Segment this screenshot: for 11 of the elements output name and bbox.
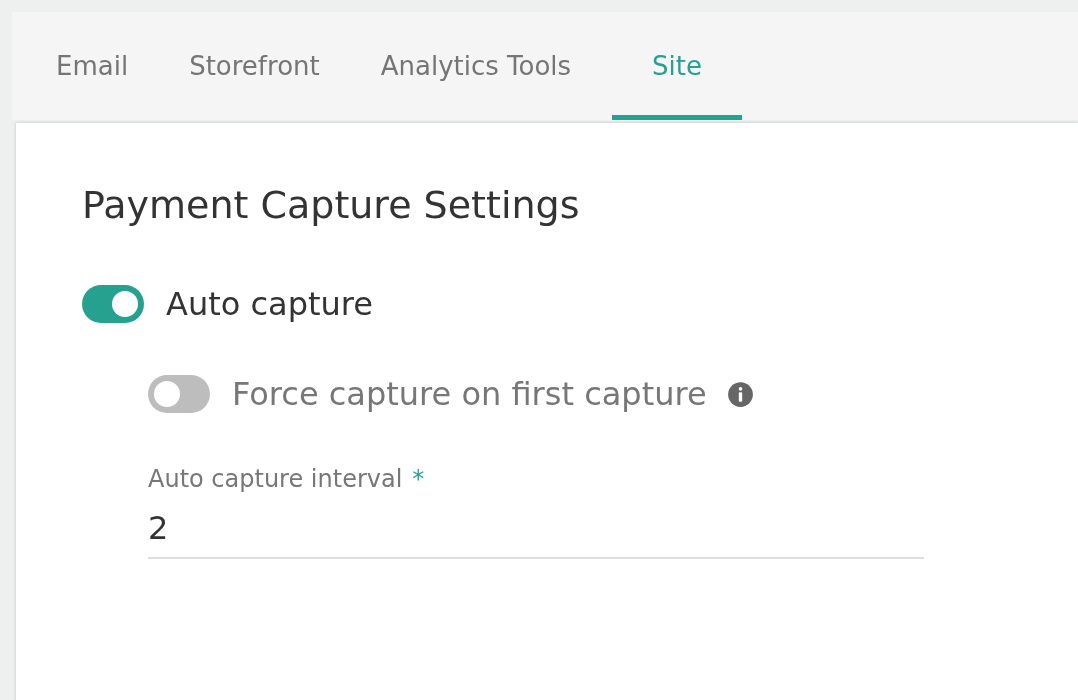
section-title: Payment Capture Settings [82,183,581,227]
info-icon[interactable] [726,380,754,408]
tab[interactable]: Storefront [169,12,361,120]
toggle-switch[interactable] [82,285,144,323]
required-mark: * [412,465,425,493]
interval-field[interactable]: 2 [148,509,924,559]
toggle-label: Force capture on first capture [232,375,707,413]
tab[interactable]: Email [36,12,170,120]
field-label: Auto capture interval [148,465,403,493]
tab[interactable]: Analytics Tools [360,12,613,120]
toggle-label: Auto capture [166,285,373,323]
